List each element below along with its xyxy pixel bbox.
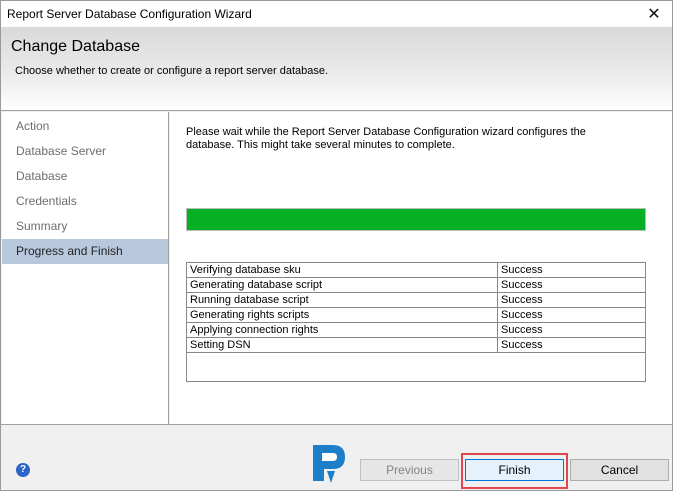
- table-row: Running database script Success: [186, 292, 646, 308]
- table-row: Setting DSN Success: [186, 337, 646, 353]
- window-title: Report Server Database Configuration Wiz…: [7, 7, 252, 21]
- task-status: Success: [497, 322, 646, 338]
- status-message: Please wait while the Report Server Data…: [186, 126, 586, 151]
- task-table: Verifying database sku Success Generatin…: [186, 262, 646, 382]
- help-icon[interactable]: ?: [16, 463, 30, 477]
- task-status: Success: [497, 337, 646, 353]
- nav-item-summary[interactable]: Summary: [2, 214, 168, 239]
- content-panel: Please wait while the Report Server Data…: [170, 112, 672, 424]
- task-status: Success: [497, 262, 646, 278]
- page-subtitle: Choose whether to create or configure a …: [15, 65, 329, 77]
- task-status: Success: [497, 292, 646, 308]
- page-title: Change Database: [11, 38, 140, 55]
- progress-bar: [186, 208, 646, 231]
- nav-item-progress-and-finish[interactable]: Progress and Finish: [2, 239, 168, 264]
- task-name: Generating rights scripts: [186, 307, 498, 323]
- table-row: Verifying database sku Success: [186, 262, 646, 278]
- wizard-header: Change Database Choose whether to create…: [1, 27, 672, 111]
- task-status: Success: [497, 307, 646, 323]
- task-name: Generating database script: [186, 277, 498, 293]
- wizard-footer: ? Previous Finish Cancel: [1, 424, 672, 490]
- wizard-window: Report Server Database Configuration Wiz…: [0, 0, 673, 491]
- table-row: Generating database script Success: [186, 277, 646, 293]
- cancel-button[interactable]: Cancel: [570, 459, 669, 481]
- wizard-steps-nav: Action Database Server Database Credenti…: [2, 112, 169, 424]
- title-bar: Report Server Database Configuration Wiz…: [1, 1, 672, 27]
- task-name: Running database script: [186, 292, 498, 308]
- task-status: Success: [497, 277, 646, 293]
- task-name: Setting DSN: [186, 337, 498, 353]
- nav-item-database[interactable]: Database: [2, 164, 168, 189]
- previous-button[interactable]: Previous: [360, 459, 459, 481]
- nav-item-database-server[interactable]: Database Server: [2, 139, 168, 164]
- nav-item-action[interactable]: Action: [2, 114, 168, 139]
- table-row: Applying connection rights Success: [186, 322, 646, 338]
- prajwal-desai-logo-icon: [313, 445, 345, 483]
- task-name: Verifying database sku: [186, 262, 498, 278]
- progress-bar-fill: [187, 209, 645, 230]
- nav-item-credentials[interactable]: Credentials: [2, 189, 168, 214]
- task-name: Applying connection rights: [186, 322, 498, 338]
- table-row: Generating rights scripts Success: [186, 307, 646, 323]
- close-icon[interactable]: ✕: [640, 2, 668, 26]
- finish-button[interactable]: Finish: [465, 459, 564, 481]
